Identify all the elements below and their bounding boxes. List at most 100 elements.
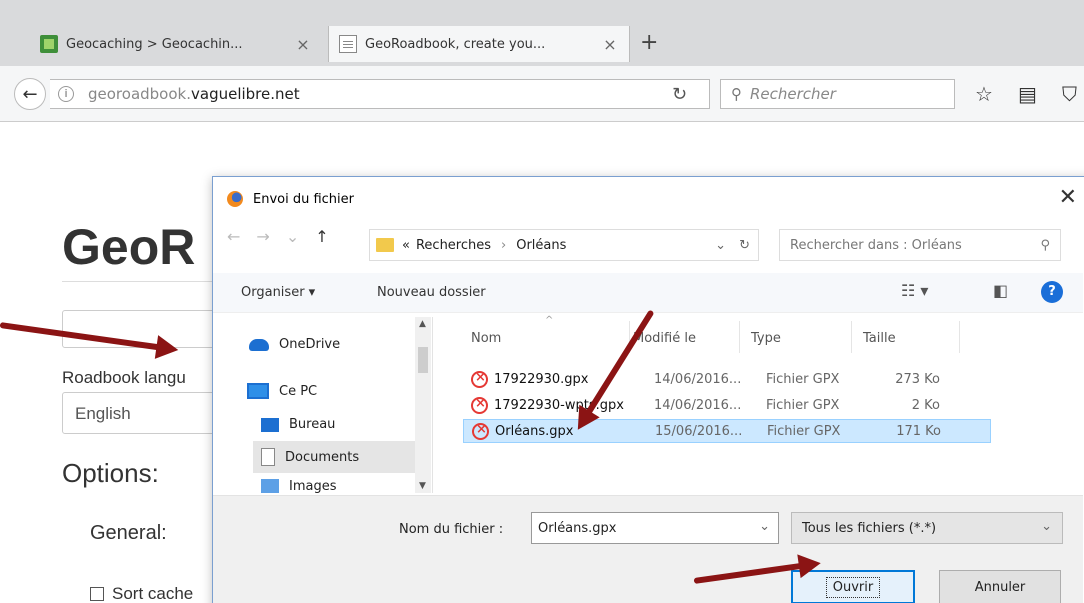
scrollbar-thumb[interactable]	[418, 347, 428, 373]
back-button[interactable]: ←	[14, 78, 46, 110]
column-header-modified[interactable]: Modifié le	[633, 331, 696, 346]
gpx-file-icon	[472, 422, 489, 440]
checkbox[interactable]	[90, 587, 104, 601]
sort-ascending-icon: ^	[545, 315, 554, 326]
url-domain: vaguelibre.net	[191, 85, 300, 103]
close-icon[interactable]: ×	[294, 35, 312, 54]
reload-icon[interactable]: ↻	[672, 84, 687, 105]
tab-georoadbook[interactable]: GeoRoadbook, create you... ×	[328, 26, 630, 62]
path-prefix: «	[402, 237, 410, 253]
tab-title: Geocaching > Geocachin...	[66, 36, 243, 52]
file-type: Fichier GPX	[767, 423, 841, 439]
file-row[interactable]: 17922930.gpx 14/06/2016... Fichier GPX 2…	[463, 367, 991, 391]
gpx-file-icon	[471, 396, 488, 414]
chevron-down-icon[interactable]: ⌄	[759, 519, 770, 534]
file-type: Fichier GPX	[766, 371, 840, 387]
column-divider[interactable]	[959, 321, 960, 353]
cancel-button-label: Annuler	[974, 579, 1026, 595]
arrow-head	[797, 551, 823, 579]
forward-arrow-icon[interactable]: →	[256, 227, 269, 246]
pocket-icon[interactable]: ⛉	[1062, 82, 1077, 106]
file-size: 273 Ko	[895, 371, 940, 387]
file-row[interactable]: 17922930-wpts.gpx 14/06/2016... Fichier …	[463, 393, 991, 417]
screenshot-root: Geocaching > Geocachin... × GeoRoadbook,…	[0, 0, 1084, 603]
nav-item-documents[interactable]: Documents	[253, 441, 415, 473]
address-path[interactable]: « Recherches › Orléans ⌄ ↻	[369, 229, 759, 261]
dialog-search-input[interactable]: Rechercher dans : Orléans ⚲	[779, 229, 1061, 261]
column-header-name[interactable]: Nom	[471, 331, 501, 346]
file-date: 14/06/2016...	[654, 371, 742, 387]
info-icon[interactable]: i	[58, 86, 74, 102]
column-header-size[interactable]: Taille	[863, 331, 896, 346]
checkbox-label: Sort cache	[112, 584, 194, 603]
desktop-icon	[261, 417, 279, 432]
nav-scrollbar[interactable]: ▲ ▼	[415, 317, 431, 493]
chevron-down-icon[interactable]: ⌄	[1041, 519, 1052, 534]
back-arrow-icon[interactable]: ←	[227, 227, 240, 246]
organize-button[interactable]: Organiser ▾	[241, 285, 315, 300]
scroll-down-icon[interactable]: ▼	[419, 481, 426, 491]
new-tab-button[interactable]: +	[640, 30, 658, 55]
nav-item-label: Bureau	[289, 417, 336, 432]
nav-item-this-pc[interactable]: Ce PC	[247, 383, 317, 399]
scroll-up-icon[interactable]: ▲	[419, 319, 426, 329]
geocaching-icon	[40, 35, 58, 53]
cloud-icon	[249, 338, 269, 351]
arrow-left-icon: ←	[22, 83, 38, 105]
gpx-file-icon	[471, 370, 488, 388]
nav-item-onedrive[interactable]: OneDrive	[249, 337, 340, 352]
help-icon[interactable]: ?	[1041, 281, 1063, 303]
general-heading: General:	[90, 522, 167, 544]
computer-icon	[247, 383, 269, 399]
browser-tabstrip: Geocaching > Geocachin... × GeoRoadbook,…	[0, 0, 1084, 66]
navigation-pane: OneDrive Ce PC Bureau Documents Images	[213, 317, 433, 493]
column-divider[interactable]	[739, 321, 740, 353]
file-name: 17922930.gpx	[494, 371, 589, 387]
reading-list-icon[interactable]: ▤	[1018, 82, 1037, 106]
browser-navbar: ← i georoadbook. vaguelibre.net ↻ ⚲ Reche…	[0, 66, 1084, 122]
new-folder-button[interactable]: Nouveau dossier	[377, 285, 486, 300]
filter-value: Tous les fichiers (*.*)	[802, 521, 937, 536]
file-name: 17922930-wpts.gpx	[494, 397, 624, 413]
browser-search-input[interactable]: ⚲ Rechercher	[720, 79, 955, 109]
filename-label: Nom du fichier :	[399, 522, 504, 537]
chevron-down-icon[interactable]: ⌄	[715, 238, 726, 253]
file-size: 171 Ko	[896, 423, 941, 439]
tab-geocaching[interactable]: Geocaching > Geocachin... ×	[30, 26, 322, 62]
images-icon	[261, 479, 279, 493]
dialog-nav-buttons: ← → ⌄ ↑	[227, 227, 339, 246]
folder-icon	[376, 238, 394, 252]
file-type: Fichier GPX	[766, 397, 840, 413]
close-icon[interactable]: ×	[601, 35, 619, 54]
up-arrow-icon[interactable]: ↑	[315, 227, 328, 246]
tab-title: GeoRoadbook, create you...	[365, 36, 546, 52]
language-select[interactable]: English	[62, 392, 232, 434]
dialog-search-placeholder: Rechercher dans : Orléans	[790, 237, 962, 253]
file-date: 14/06/2016...	[654, 397, 742, 413]
roadbook-language-label: Roadbook langu	[62, 368, 186, 387]
dialog-title: Envoi du fichier	[253, 191, 354, 207]
nav-item-label: Documents	[285, 449, 360, 465]
view-options-icon[interactable]: ☷ ▾	[901, 281, 928, 300]
close-icon[interactable]: ✕	[1059, 185, 1077, 210]
cancel-button[interactable]: Annuler	[939, 570, 1061, 603]
dialog-footer: Nom du fichier : Orléans.gpx ⌄ Tous les …	[213, 495, 1083, 603]
sort-cache-checkbox[interactable]: Sort cache	[90, 584, 193, 603]
path-part-recherches[interactable]: Recherches	[416, 238, 491, 253]
filename-input[interactable]: Orléans.gpx ⌄	[531, 512, 779, 544]
star-icon[interactable]: ☆	[975, 82, 993, 106]
file-date: 15/06/2016...	[655, 423, 743, 439]
refresh-icon[interactable]: ↻	[739, 238, 750, 253]
search-icon: ⚲	[731, 85, 742, 103]
nav-item-desktop[interactable]: Bureau	[261, 417, 335, 432]
chevron-down-icon[interactable]: ⌄	[286, 227, 299, 246]
preview-pane-icon[interactable]: ◧	[993, 281, 1008, 300]
column-divider[interactable]	[851, 321, 852, 353]
file-type-filter[interactable]: Tous les fichiers (*.*) ⌄	[791, 512, 1063, 544]
chevron-right-icon: ›	[501, 237, 507, 253]
file-row-selected[interactable]: Orléans.gpx 15/06/2016... Fichier GPX 17…	[463, 419, 991, 443]
path-part-orleans[interactable]: Orléans	[516, 238, 566, 253]
column-header-type[interactable]: Type	[751, 331, 781, 346]
nav-item-images[interactable]: Images	[261, 479, 337, 493]
url-bar[interactable]: i georoadbook. vaguelibre.net	[50, 79, 710, 109]
